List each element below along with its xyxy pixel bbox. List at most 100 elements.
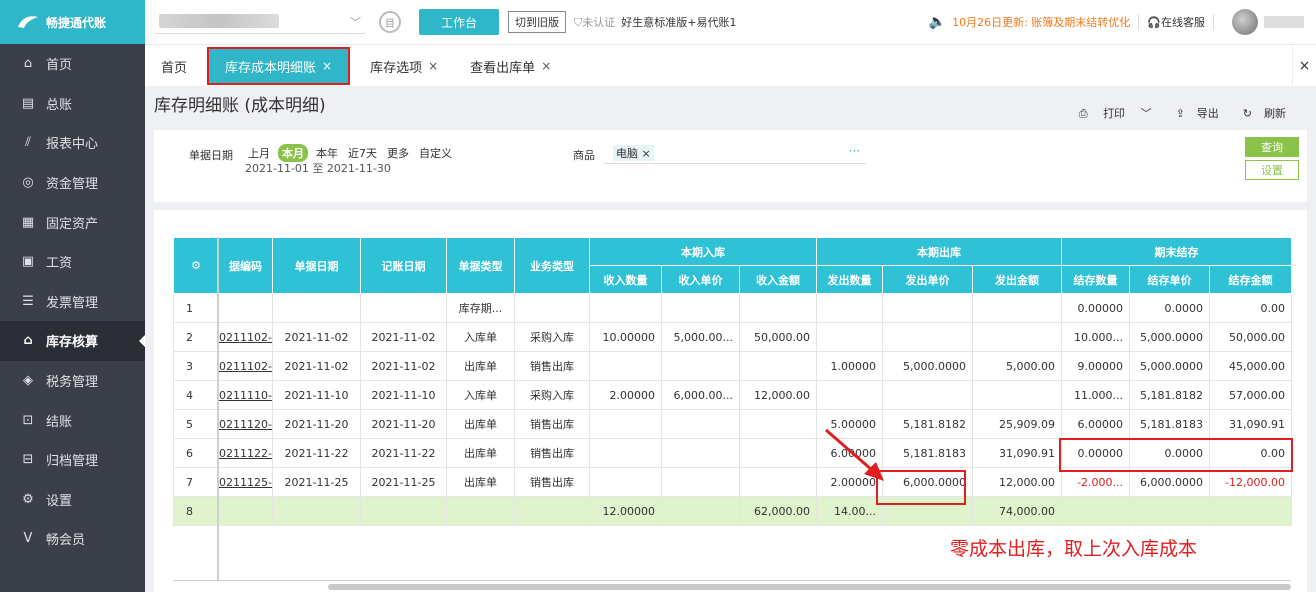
- column-header[interactable]: 记账日期: [360, 237, 447, 294]
- sidebar-item-label: 归档管理: [46, 454, 99, 470]
- scrollbar-thumb[interactable]: [328, 584, 1291, 590]
- sidebar-item-2[interactable]: ⫽ 报表中心: [0, 123, 145, 163]
- tab-bar: 首页 库存成本明细账 × 库存选项 × 查看出库单 × ×: [145, 44, 1316, 86]
- goods-input[interactable]: 电脑 × ···: [603, 143, 866, 164]
- table-cell[interactable]: 0211110-0: [218, 380, 273, 410]
- sidebar-item-8[interactable]: ◈ 税务管理: [0, 361, 145, 401]
- sidebar-item-0[interactable]: ⌂ 首页: [0, 44, 145, 84]
- close-icon[interactable]: ×: [322, 59, 332, 73]
- table-cell: 14.00...: [816, 496, 883, 526]
- app-logo[interactable]: 畅捷通代账: [0, 0, 145, 44]
- sidebar-item-12[interactable]: V 畅会员: [0, 519, 145, 559]
- sidebar-item-label: 库存核算: [46, 335, 99, 351]
- table-row[interactable]: 40211110-02021-11-102021-11-10入库单采购入库2.0…: [173, 380, 1292, 410]
- update-notice[interactable]: 🔈 10月26日更新: 账簿及期末结转优化: [929, 14, 1131, 30]
- table-cell[interactable]: 0211102-0: [218, 322, 273, 352]
- column-header[interactable]: 结存单价: [1129, 265, 1210, 294]
- column-header[interactable]: 发出数量: [816, 265, 883, 294]
- column-settings-header[interactable]: ⚙: [173, 237, 219, 294]
- table-cell: [661, 293, 740, 323]
- horizontal-scrollbar[interactable]: [173, 580, 1291, 590]
- table-cell[interactable]: 0211120-0: [218, 409, 273, 439]
- sidebar-item-7[interactable]: ⌂ 库存核算: [0, 321, 145, 361]
- table-cell[interactable]: [218, 496, 273, 526]
- sidebar-item-5[interactable]: ▣ 工资: [0, 242, 145, 282]
- account-selector[interactable]: ﹀: [155, 10, 365, 34]
- column-header[interactable]: 收入金额: [739, 265, 817, 294]
- close-icon[interactable]: ×: [428, 59, 438, 73]
- refresh-icon: ↻: [1242, 107, 1252, 120]
- export-icon: ⇪: [1175, 107, 1185, 120]
- table-cell[interactable]: 0211125-0: [218, 467, 273, 497]
- frozen-column-divider: [217, 237, 219, 580]
- table-cell: [514, 293, 590, 323]
- column-header[interactable]: 业务类型: [514, 237, 590, 294]
- table-cell[interactable]: 0211122-0: [218, 438, 273, 468]
- divider: [1138, 14, 1140, 30]
- tab-3[interactable]: 查看出库单 ×: [454, 46, 567, 86]
- total-row[interactable]: 8 12.00000 62,000.00 14.00... 74,000.00: [173, 496, 1292, 526]
- table-cell: 销售出库: [514, 409, 590, 439]
- sidebar-item-4[interactable]: ▦ 固定资产: [0, 202, 145, 242]
- online-service[interactable]: 🎧 在线客服: [1147, 14, 1205, 30]
- tag-close-icon[interactable]: ×: [642, 147, 651, 160]
- sidebar-item-6[interactable]: ☰ 发票管理: [0, 282, 145, 322]
- query-button[interactable]: 查询: [1245, 137, 1299, 157]
- sidebar-item-3[interactable]: ◎ 资金管理: [0, 163, 145, 203]
- table-cell: [972, 322, 1062, 352]
- goods-tag[interactable]: 电脑 ×: [613, 145, 654, 161]
- refresh-button[interactable]: ↻ 刷新: [1231, 105, 1286, 121]
- tab-2[interactable]: 库存选项 ×: [354, 46, 454, 86]
- table-cell: 12,000.00: [972, 467, 1062, 497]
- close-icon[interactable]: ×: [541, 59, 551, 73]
- table-cell: 2021-11-02: [360, 351, 447, 381]
- sidebar-item-label: 固定资产: [46, 216, 99, 232]
- table-cell: 5,000.00: [972, 351, 1062, 381]
- switch-old-version-button[interactable]: 切到旧版: [508, 11, 566, 33]
- date-chip-5[interactable]: 自定义: [417, 144, 454, 162]
- table-cell[interactable]: 0211102-0: [218, 351, 273, 381]
- export-button[interactable]: ⇪ 导出: [1164, 105, 1219, 121]
- close-all-tabs-icon[interactable]: ×: [1292, 46, 1316, 86]
- sidebar-item-1[interactable]: ▤ 总账: [0, 84, 145, 124]
- tab-0[interactable]: 首页: [145, 46, 203, 86]
- column-header[interactable]: 结存金额: [1209, 265, 1292, 294]
- table-row[interactable]: 1 库存期... 0.00000 0.0000 0.00: [173, 293, 1292, 323]
- topbar: ﹀ 目 工作台 切到旧版 ⛉未认证 好生意标准版+易代账1 🔈 10月26日更新…: [145, 0, 1316, 44]
- column-header[interactable]: 发出金额: [972, 265, 1062, 294]
- sidebar-item-11[interactable]: ⚙ 设置: [0, 480, 145, 520]
- tab-1[interactable]: 库存成本明细账 ×: [207, 47, 351, 85]
- table-cell: 1: [173, 293, 219, 323]
- table-row[interactable]: 30211102-02021-11-022021-11-02出库单销售出库1.0…: [173, 351, 1292, 381]
- avatar[interactable]: [1232, 9, 1258, 35]
- sidebar-item-10[interactable]: ⊟ 归档管理: [0, 440, 145, 480]
- column-header[interactable]: 据编码: [218, 237, 273, 294]
- sidebar-item-label: 税务管理: [46, 375, 99, 391]
- column-header[interactable]: 收入单价: [661, 265, 740, 294]
- username-blurred[interactable]: [1264, 16, 1304, 28]
- table-cell: 2021-11-20: [272, 409, 361, 439]
- table-cell: 12,000.00: [739, 380, 817, 410]
- table-row[interactable]: 20211102-02021-11-022021-11-02入库单采购入库10.…: [173, 322, 1292, 352]
- sidebar-item-9[interactable]: ⊡ 结账: [0, 400, 145, 440]
- settings-button[interactable]: 设置: [1245, 160, 1299, 180]
- gear-icon[interactable]: ⚙: [191, 259, 201, 272]
- column-header[interactable]: 发出单价: [882, 265, 973, 294]
- more-icon[interactable]: ···: [849, 144, 860, 158]
- column-header[interactable]: 结存数量: [1061, 265, 1130, 294]
- tab-label: 库存选项: [370, 60, 423, 76]
- table-row[interactable]: 60211122-02021-11-222021-11-22出库单销售出库6.0…: [173, 438, 1292, 468]
- table-cell[interactable]: [218, 293, 273, 323]
- money-icon: ◎: [22, 175, 34, 191]
- sidebar-item-label: 工资: [46, 256, 73, 272]
- column-header[interactable]: 单据日期: [272, 237, 361, 294]
- table-row[interactable]: 70211125-02021-11-252021-11-25出库单销售出库2.0…: [173, 467, 1292, 497]
- tab-label: 查看出库单: [470, 60, 536, 76]
- date-range: 2021-11-01 至 2021-11-30: [245, 162, 391, 175]
- workbench-button[interactable]: 工作台: [419, 9, 499, 35]
- print-button[interactable]: ⎙ 打印 ﹀: [1067, 105, 1152, 121]
- column-header[interactable]: 单据类型: [446, 237, 515, 294]
- table-row[interactable]: 50211120-02021-11-202021-11-20出库单销售出库5.0…: [173, 409, 1292, 439]
- account-switch-icon[interactable]: 目: [379, 11, 401, 33]
- column-header[interactable]: 收入数量: [589, 265, 662, 294]
